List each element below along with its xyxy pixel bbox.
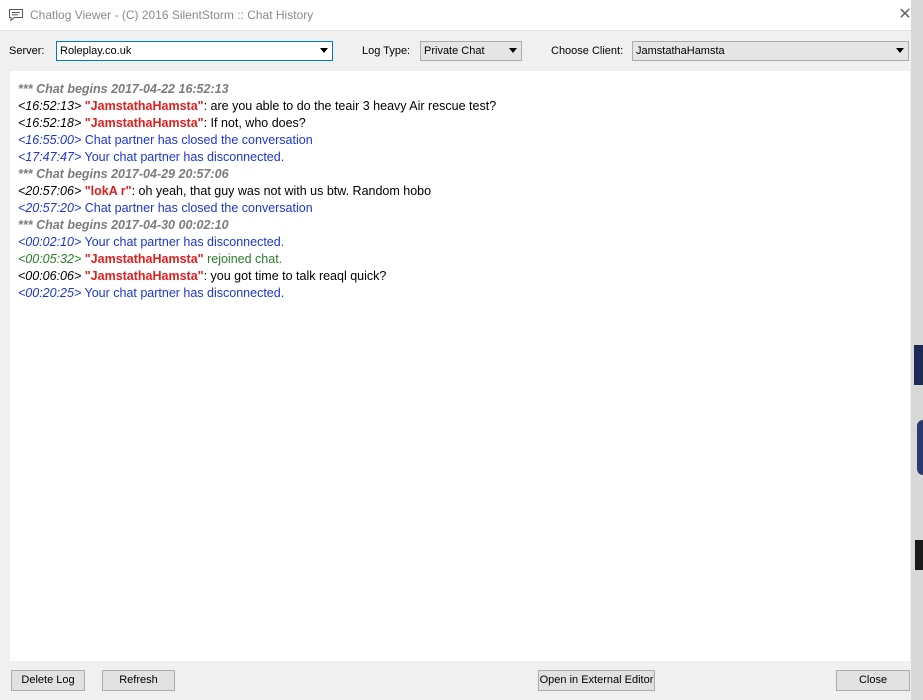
timestamp: <20:57:06>: [18, 184, 82, 198]
timestamp: <20:57:20>: [18, 201, 82, 215]
refresh-button[interactable]: Refresh: [102, 670, 175, 691]
system-text: Your chat partner has disconnected.: [84, 235, 285, 249]
rejoin-text: rejoined chat.: [207, 252, 283, 266]
message-text: : If not, who does?: [203, 116, 306, 130]
system-message: <17:47:47> Your chat partner has disconn…: [18, 149, 902, 166]
timestamp: <00:05:32>: [18, 252, 82, 266]
system-text: Your chat partner has disconnected.: [84, 150, 285, 164]
sender-name: "JamstathaHamsta": [84, 116, 204, 130]
message-text: : oh yeah, that guy was not with us btw.…: [131, 184, 432, 198]
system-message: <16:55:00> Chat partner has closed the c…: [18, 132, 902, 149]
chat-bubble-icon: [8, 8, 24, 22]
client-dropdown[interactable]: JamstathaHamsta: [632, 41, 909, 61]
chat-header-text: *** Chat begins 2017-04-22 16:52:13: [18, 82, 229, 96]
delete-log-button[interactable]: Delete Log: [11, 670, 85, 691]
background-window-strip: [911, 0, 923, 700]
system-text: Your chat partner has disconnected.: [84, 286, 285, 300]
chat-header-text: *** Chat begins 2017-04-29 20:57:06: [18, 167, 229, 181]
rejoin-message: <00:05:32> "JamstathaHamsta" rejoined ch…: [18, 251, 902, 268]
log-type-value: Private Chat: [424, 45, 485, 57]
chevron-down-icon: [509, 48, 517, 53]
window-title: Chatlog Viewer - (C) 2016 SilentStorm ::…: [30, 8, 314, 22]
system-text: Chat partner has closed the conversation: [84, 133, 313, 147]
server-dropdown[interactable]: Roleplay.co.uk: [56, 41, 333, 61]
title-bar: Chatlog Viewer - (C) 2016 SilentStorm ::…: [0, 0, 912, 31]
system-message: <00:20:25> Your chat partner has disconn…: [18, 285, 902, 302]
chat-header-text: *** Chat begins 2017-04-30 00:02:10: [18, 218, 229, 232]
sender-name: "JamstathaHamsta": [84, 269, 204, 283]
server-value: Roleplay.co.uk: [60, 45, 132, 57]
system-message: <00:02:10> Your chat partner has disconn…: [18, 234, 902, 251]
chat-session-header: *** Chat begins 2017-04-30 00:02:10: [18, 217, 902, 234]
chat-session-header: *** Chat begins 2017-04-22 16:52:13: [18, 81, 902, 98]
chat-message: <20:57:06> "lokA r": oh yeah, that guy w…: [18, 183, 902, 200]
chevron-down-icon: [896, 48, 904, 53]
sender-name: "lokA r": [84, 184, 132, 198]
chat-session-header: *** Chat begins 2017-04-29 20:57:06: [18, 166, 902, 183]
message-text: : you got time to talk reaql quick?: [203, 269, 387, 283]
system-text: Chat partner has closed the conversation: [84, 201, 313, 215]
timestamp: <16:52:13>: [18, 99, 82, 113]
chat-log-view[interactable]: *** Chat begins 2017-04-22 16:52:13 <16:5…: [10, 71, 910, 661]
server-label: Server:: [9, 45, 45, 57]
chat-message: <16:52:13> "JamstathaHamsta": are you ab…: [18, 98, 902, 115]
client-label: Choose Client:: [551, 45, 624, 57]
timestamp: <17:47:47>: [18, 150, 82, 164]
chat-message: <16:52:18> "JamstathaHamsta": If not, wh…: [18, 115, 902, 132]
timestamp: <00:06:06>: [18, 269, 82, 283]
close-button[interactable]: Close: [836, 670, 910, 691]
log-type-dropdown[interactable]: Private Chat: [420, 41, 522, 61]
sender-name: "JamstathaHamsta": [84, 99, 204, 113]
timestamp: <00:20:25>: [18, 286, 82, 300]
system-message: <20:57:20> Chat partner has closed the c…: [18, 200, 902, 217]
log-type-label: Log Type:: [362, 45, 411, 57]
chat-message: <00:06:06> "JamstathaHamsta": you got ti…: [18, 268, 902, 285]
open-external-editor-button[interactable]: Open in External Editor: [538, 670, 655, 691]
sender-name: "JamstathaHamsta": [84, 252, 204, 266]
chevron-down-icon: [320, 48, 328, 53]
client-value: JamstathaHamsta: [636, 45, 725, 57]
message-text: : are you able to do the teair 3 heavy A…: [203, 99, 497, 113]
timestamp: <16:52:18>: [18, 116, 82, 130]
timestamp: <16:55:00>: [18, 133, 82, 147]
timestamp: <00:02:10>: [18, 235, 82, 249]
